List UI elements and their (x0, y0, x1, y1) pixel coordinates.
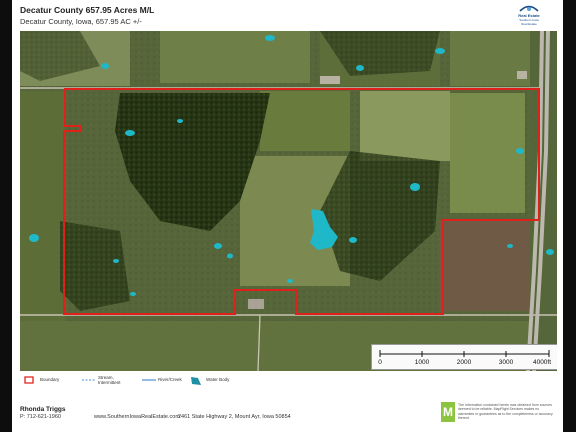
aerial-imagery (20, 31, 557, 371)
pond (130, 292, 136, 296)
pond (507, 244, 513, 248)
disclaimer: The information contained herein was obt… (458, 403, 553, 421)
pasture-area (160, 31, 310, 83)
pasture-area (20, 91, 65, 321)
legend-item-stream: Stream, Intermittent (82, 375, 132, 386)
pond (349, 237, 357, 243)
brokerage-logo: Real Estate Southern Iowa Real Estate (507, 4, 551, 32)
scale-bar-graphic (379, 350, 550, 357)
scale-label: 2000 (456, 359, 472, 366)
aerial-map[interactable]: 0 1000 2000 3000 4000ft (20, 31, 557, 371)
scale-label: 3000 (498, 359, 514, 366)
farmstead (320, 76, 340, 84)
agent-phone[interactable]: P: 712-621-1960 (20, 414, 61, 420)
legend-label: River/Creek (158, 377, 182, 382)
logo-mark-icon (519, 5, 539, 12)
agent-name: Rhonda Triggs (20, 406, 66, 413)
pond (435, 48, 445, 54)
footer: Rhonda Triggs P: 712-621-1960 www.Southe… (20, 399, 555, 429)
pond (516, 148, 524, 154)
website-link[interactable]: www.SouthernIowaRealEstate.com (94, 414, 180, 420)
scale-label: 0 (378, 359, 382, 366)
pond (101, 63, 109, 69)
mapright-logo-icon: M (441, 402, 455, 422)
pond (177, 119, 183, 123)
legend-label: Boundary (40, 377, 60, 382)
timber-area (60, 221, 130, 311)
scale-label: 1000 (414, 359, 430, 366)
pond (29, 234, 39, 242)
pond (113, 259, 119, 263)
map-subtitle: Decatur County, Iowa, 657.95 AC +/- (20, 17, 142, 26)
water-body-icon (191, 377, 201, 385)
map-sheet: Decatur County 657.95 Acres M/L Decatur … (12, 0, 563, 432)
crop-field (440, 221, 530, 311)
scale-bar: 0 1000 2000 3000 4000ft (371, 344, 557, 370)
pond (125, 130, 135, 136)
logo-subtext-2: Real Estate (521, 22, 537, 26)
farmstead (517, 71, 527, 79)
pond (410, 183, 420, 191)
scale-label: 4000ft (532, 359, 552, 366)
boundary-icon (24, 376, 34, 384)
river-icon (142, 379, 156, 381)
crop-field (450, 93, 525, 213)
farmstead (248, 299, 264, 309)
map-legend: Boundary Stream, Intermittent River/Cree… (20, 373, 555, 387)
map-title: Decatur County 657.95 Acres M/L (20, 5, 155, 15)
pond (214, 243, 222, 249)
pond (546, 249, 554, 255)
pond (227, 253, 233, 259)
office-address: 2461 State Highway 2, Mount Ayr, Iowa 50… (178, 414, 291, 420)
pasture-area (260, 91, 350, 151)
stream-icon (82, 379, 96, 381)
header: Decatur County 657.95 Acres M/L Decatur … (20, 4, 555, 30)
pond (356, 65, 364, 71)
pond (287, 279, 293, 283)
legend-label: Water Body (206, 377, 230, 382)
pasture-area (360, 91, 450, 161)
pond (265, 35, 275, 41)
legend-label: Stream, Intermittent (98, 375, 121, 385)
